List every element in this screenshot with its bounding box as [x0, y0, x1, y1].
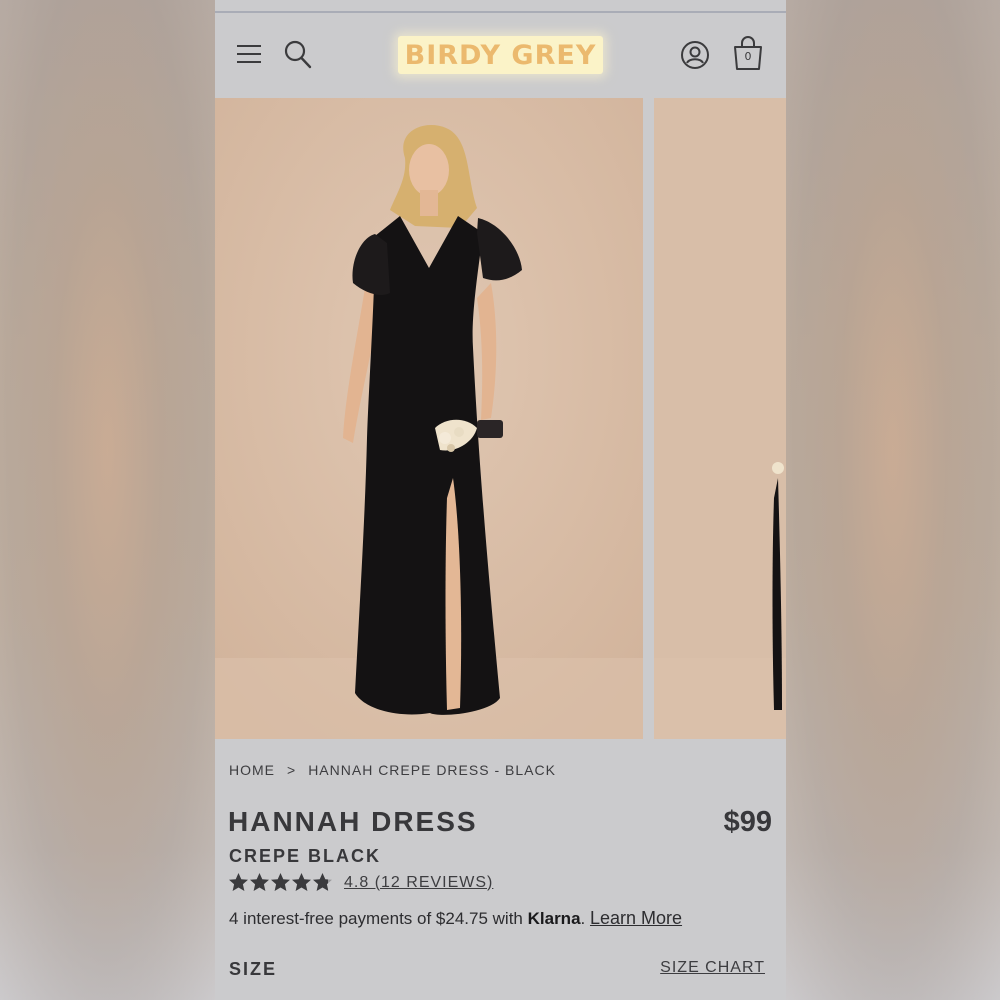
star-icon [271, 873, 290, 891]
rating-stars [228, 872, 333, 893]
product-variant: CREPE BLACK [229, 846, 382, 866]
star-icon [313, 873, 332, 891]
site-header: BIRDY GREY 0 [215, 13, 786, 97]
star-icon [250, 873, 269, 891]
shopping-bag-icon[interactable]: 0 [730, 35, 766, 73]
learn-more-link[interactable]: Learn More [590, 908, 682, 928]
product-image-next[interactable] [654, 98, 786, 739]
star-icon [292, 873, 311, 891]
product-price: $99 [723, 806, 772, 838]
breadcrumb-current-link[interactable]: HANNAH CREPE DRESS - BLACK [308, 762, 556, 778]
blurred-background-right [786, 0, 1000, 1000]
blurred-background-left [0, 0, 215, 1000]
installments-text: 4 interest-free payments of $24.75 with [229, 909, 528, 928]
product-page: BIRDY GREY 0 HOME > HANNAH CREPE DRESS -… [215, 0, 786, 1000]
breadcrumb: HOME > HANNAH CREPE DRESS - BLACK [229, 762, 556, 778]
size-chart-link[interactable]: SIZE CHART [660, 959, 765, 977]
brand-logo[interactable]: BIRDY GREY [398, 36, 603, 74]
hamburger-menu-icon[interactable] [235, 40, 263, 68]
breadcrumb-home-link[interactable]: HOME [229, 762, 275, 778]
installments-suffix: . [580, 909, 590, 928]
product-title: HANNAH DRESS [228, 806, 478, 837]
model-photo-partial [654, 98, 786, 739]
breadcrumb-separator: > [287, 762, 297, 778]
klarna-logo: Klarna [527, 909, 581, 928]
size-label: SIZE [229, 959, 278, 979]
product-image-main[interactable] [215, 98, 643, 739]
product-rating: 4.8 (12 REVIEWS) [228, 872, 493, 893]
star-icon [229, 873, 248, 891]
model-photo-illustration [215, 98, 643, 739]
account-icon[interactable] [679, 39, 711, 71]
search-icon[interactable] [283, 38, 313, 70]
product-image-carousel[interactable] [215, 98, 786, 739]
klarna-installments: 4 interest-free payments of $24.75 with … [229, 908, 682, 929]
cart-count-badge: 0 [744, 50, 752, 63]
reviews-link[interactable]: 4.8 (12 REVIEWS) [344, 874, 493, 892]
